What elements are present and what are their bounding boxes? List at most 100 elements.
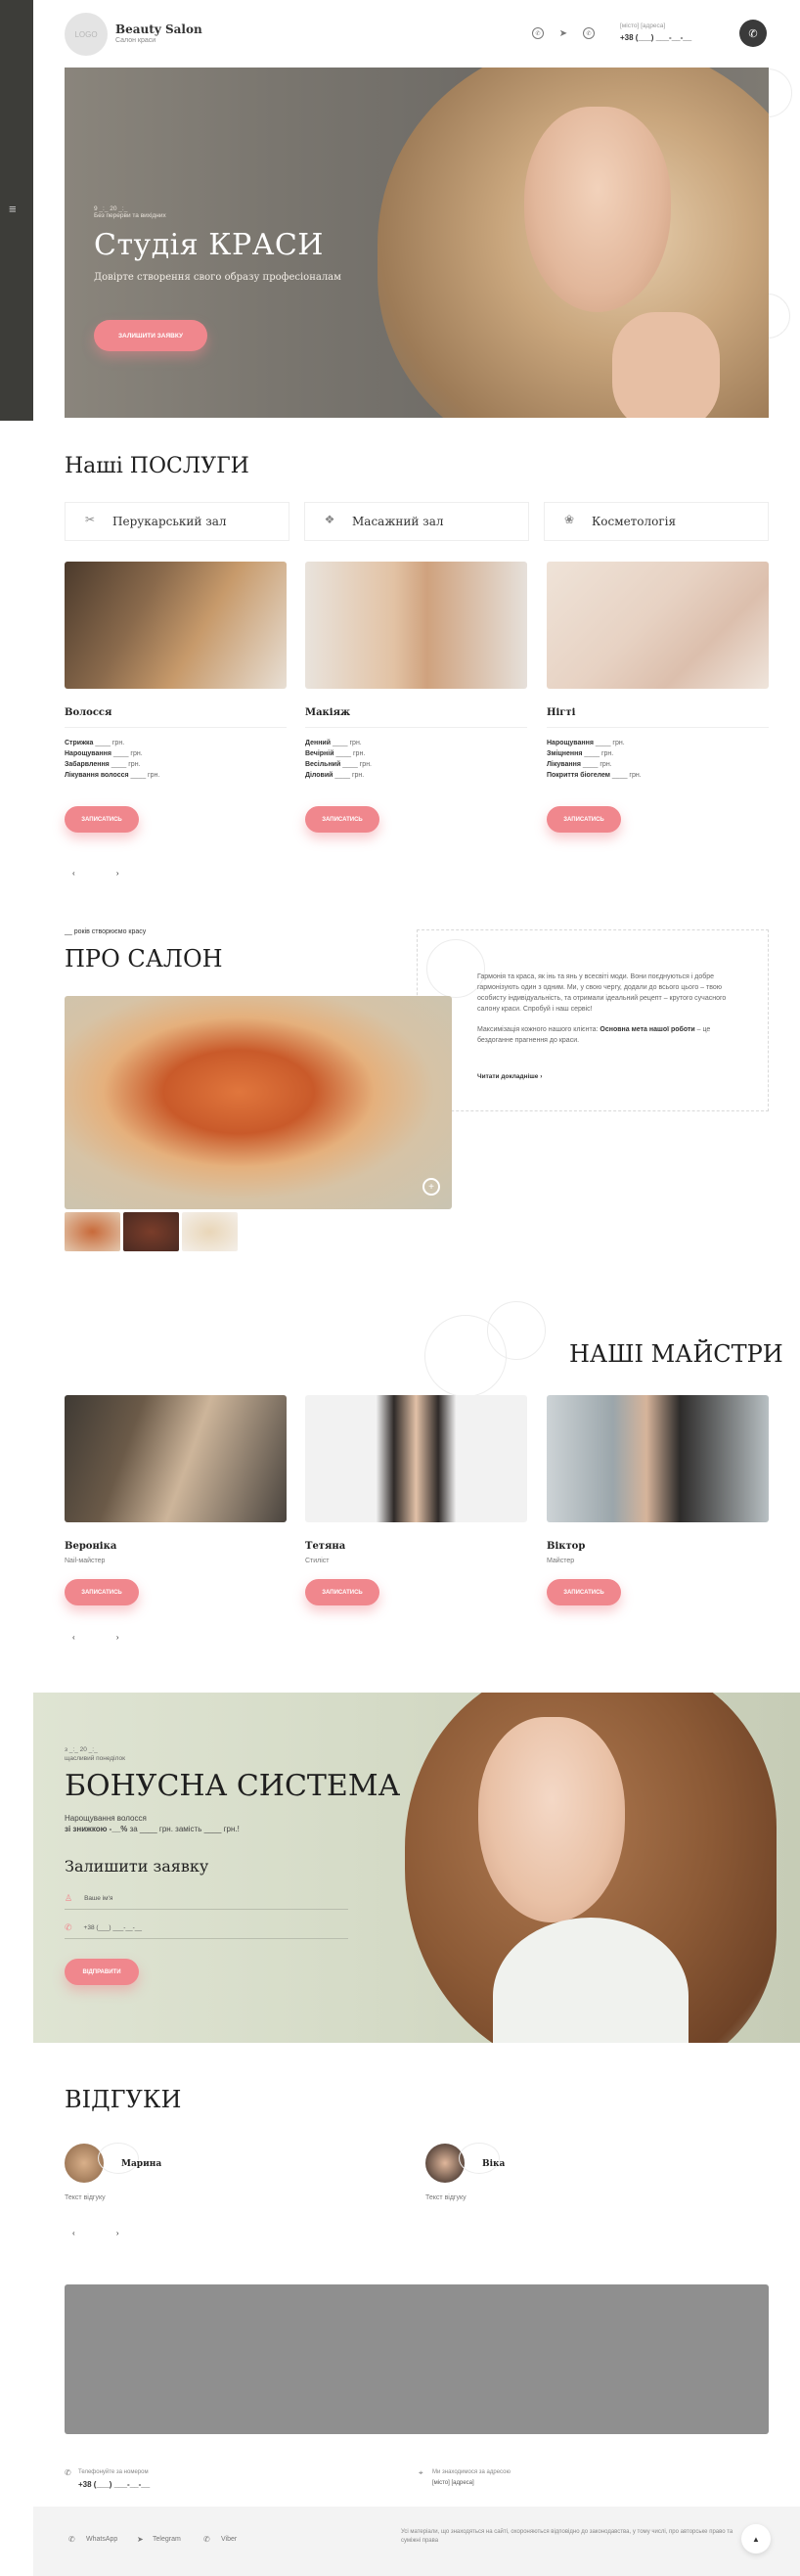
book-button[interactable]: ЗАПИСАТИСЬ [65, 806, 139, 833]
footer-link-telegram[interactable]: Telegram [153, 2536, 181, 2543]
master-name: Вероніка [65, 1541, 117, 1552]
telegram-icon: ➤ [137, 2535, 144, 2544]
service-name: Волосся [65, 707, 112, 718]
master-role: Майстер [547, 1558, 575, 1564]
gallery-thumb[interactable] [182, 1212, 238, 1251]
price-row: Нарощування ____ грн. [547, 740, 625, 746]
service-card: Нігті Нарощування ____ грн. Зміцнення __… [547, 562, 769, 833]
tab-massage[interactable]: ❖ Масажний зал [304, 502, 529, 541]
scroll-top-button[interactable]: ▲ [741, 2524, 771, 2553]
book-button[interactable]: ЗАПИСАТИСЬ [305, 1579, 379, 1605]
arrow-right-icon: › [540, 1073, 543, 1080]
address-label: Ми знаходимося за адресою [432, 2469, 511, 2475]
expand-icon[interactable]: + [422, 1178, 440, 1196]
menu-icon[interactable]: ≡ [9, 203, 17, 215]
reviews-slider-arrows[interactable]: ‹ › [72, 2229, 139, 2237]
master-card: Вероніка Nail-майстер ЗАПИСАТИСЬ [65, 1395, 287, 1605]
brand-subtitle: Салон краси [115, 37, 156, 44]
reviews-title: ВІДГУКИ [65, 2086, 182, 2113]
location-icon: ⌖ [419, 2468, 423, 2477]
price-row: Забарвлення ____ грн. [65, 761, 141, 768]
side-strip: ≡ [0, 0, 33, 421]
bonus-eyebrow: з _:_ 20 _:_ [65, 1746, 98, 1753]
footer-link-viber[interactable]: Viber [221, 2536, 237, 2543]
logo[interactable]: LOGO [65, 13, 108, 56]
tab-label: Масажний зал [352, 515, 444, 528]
master-photo [547, 1395, 769, 1522]
phone-icon: ✆ [748, 27, 758, 40]
services-title: Наші ПОСЛУГИ [65, 454, 249, 478]
map[interactable] [65, 2284, 769, 2434]
reviewer-name: Віка [482, 2159, 506, 2169]
master-role: Nail-майстер [65, 1558, 106, 1564]
bonus-line1: Нарощування волосся [65, 1814, 147, 1823]
call-button[interactable]: ✆ [739, 20, 767, 47]
tab-cosmetology[interactable]: ❀ Косметологія [544, 502, 769, 541]
whatsapp-icon[interactable]: ✆ [532, 27, 544, 39]
user-icon: ♙ [65, 1893, 73, 1903]
name-field[interactable]: ♙ Ваше ім'я [65, 1888, 348, 1910]
service-card: Макіяж Денний ____ грн. Вечірній ____ гр… [305, 562, 527, 833]
price-row: Нарощування ____ грн. [65, 750, 143, 757]
service-name: Макіяж [305, 707, 351, 718]
hero-request-button[interactable]: ЗАЛИШИТИ ЗАЯВКУ [94, 320, 207, 351]
tab-hair-salon[interactable]: ✂ Перукарський зал [65, 502, 289, 541]
service-card: Волосся Стрижка ____ грн. Нарощування __… [65, 562, 287, 833]
bonus-title: БОНУСНА СИСТЕМА [65, 1769, 401, 1803]
book-button[interactable]: ЗАПИСАТИСЬ [305, 806, 379, 833]
hairdryer-icon: ✂ [84, 513, 96, 526]
book-button[interactable]: ЗАПИСАТИСЬ [65, 1579, 139, 1605]
footer-link-whatsapp[interactable]: WhatsApp [86, 2536, 117, 2543]
service-name: Нігті [547, 707, 576, 718]
hero-subtitle: Довірте створення свого образу професіон… [94, 272, 341, 283]
gallery-thumb[interactable] [65, 1212, 120, 1251]
brand-name: Beauty Salon [115, 23, 202, 36]
header-phone[interactable]: +38 (___) ___-__-__ [620, 33, 691, 42]
services-slider-arrows[interactable]: ‹ › [72, 869, 139, 878]
tab-label: Перукарський зал [112, 515, 227, 528]
telegram-icon[interactable]: ➤ [557, 27, 569, 39]
masters-slider-arrows[interactable]: ‹ › [72, 1633, 139, 1642]
book-button[interactable]: ЗАПИСАТИСЬ [547, 806, 621, 833]
floral-ornament [98, 2143, 139, 2174]
price-row: Лікування волосся ____ грн. [65, 772, 160, 779]
hero-eyebrow: Без перерви та вихідних [94, 212, 166, 219]
copyright: Усі матеріали, що знаходяться на сайті, … [401, 2529, 733, 2544]
price-row: Діловий ____ грн. [305, 772, 365, 779]
about-eyebrow: __ років створюємо красу [65, 928, 147, 935]
read-more-link[interactable]: Читати докладніше › [477, 1073, 542, 1080]
price-row: Вечірній ____ грн. [305, 750, 366, 757]
floral-ornament [459, 2143, 500, 2174]
price-row: Стрижка ____ грн. [65, 740, 125, 746]
bonus-line2: зі знижкою -__% за ____ грн. замість ___… [65, 1825, 240, 1833]
form-title: Залишити заявку [65, 1857, 209, 1876]
service-image-hair [65, 562, 287, 689]
price-row: Весільний ____ грн. [305, 761, 372, 768]
price-row: Покриття біогелем ____ грн. [547, 772, 642, 779]
about-text: Гармонія та краса, як інь та янь у всесв… [477, 973, 727, 1044]
massage-icon: ❖ [324, 513, 335, 526]
phone-icon: ✆ [65, 1922, 72, 1932]
book-button[interactable]: ЗАПИСАТИСЬ [547, 1579, 621, 1605]
viber-icon[interactable]: ✆ [583, 27, 595, 39]
footer-phone[interactable]: +38 (___) ___-__-__ [78, 2480, 150, 2489]
footer: ✆ WhatsApp ➤ Telegram ✆ Viber Усі матері… [33, 2507, 800, 2576]
viber-icon: ✆ [203, 2535, 210, 2544]
review-text: Текст відгуку [425, 2194, 467, 2201]
floral-ornament [426, 939, 485, 998]
bonus-section: з _:_ 20 _:_ щасливий понеділок БОНУСНА … [33, 1693, 800, 2043]
divider [305, 727, 527, 728]
gallery-thumb[interactable] [123, 1212, 179, 1251]
about-title: ПРО САЛОН [65, 945, 223, 972]
service-image-nails [547, 562, 769, 689]
review-text: Текст відгуку [65, 2194, 106, 2201]
whatsapp-icon: ✆ [68, 2535, 75, 2544]
phone-label: Телефонуйте за номером [78, 2469, 149, 2475]
hero-title: Студія КРАСИ [94, 228, 324, 262]
submit-button[interactable]: ВІДПРАВИТИ [65, 1959, 139, 1985]
price-row: Денний ____ грн. [305, 740, 362, 746]
floral-ornament [487, 1301, 546, 1360]
phone-field[interactable]: ✆ +38 (___) ___-__-__ [65, 1918, 348, 1939]
divider [547, 727, 769, 728]
reviewer-name: Марина [121, 2159, 162, 2169]
